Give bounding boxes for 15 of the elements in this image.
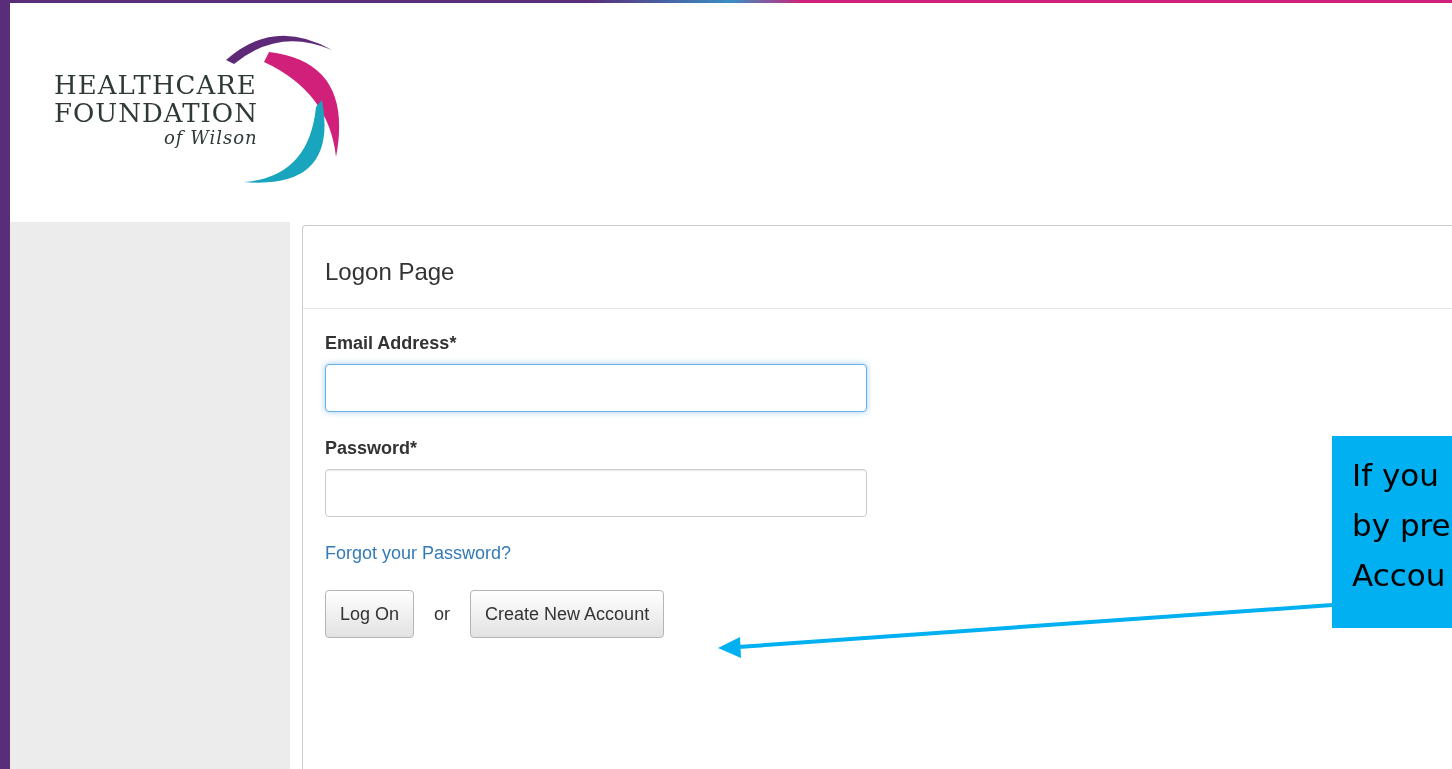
create-account-button[interactable]: Create New Account bbox=[470, 590, 665, 638]
log-on-button[interactable]: Log On bbox=[325, 590, 415, 638]
field-label: Password* bbox=[325, 438, 419, 459]
callout-text: Accou bbox=[1352, 556, 1447, 595]
or-text: or bbox=[434, 603, 451, 625]
logo-text: HEALTHCARE bbox=[54, 70, 257, 100]
panel-title: Logon Page bbox=[303, 226, 1452, 309]
input-field[interactable] bbox=[325, 469, 867, 517]
callout-text: If you bbox=[1352, 456, 1440, 495]
forgot-password-link[interactable]: Forgot your Password? bbox=[325, 543, 512, 564]
logo-text: of Wilson bbox=[164, 127, 258, 148]
field-label: Email Address* bbox=[325, 333, 458, 354]
callout-text: by pre bbox=[1352, 506, 1452, 545]
logo-text: FOUNDATION bbox=[54, 99, 258, 128]
input-field[interactable] bbox=[325, 364, 867, 412]
